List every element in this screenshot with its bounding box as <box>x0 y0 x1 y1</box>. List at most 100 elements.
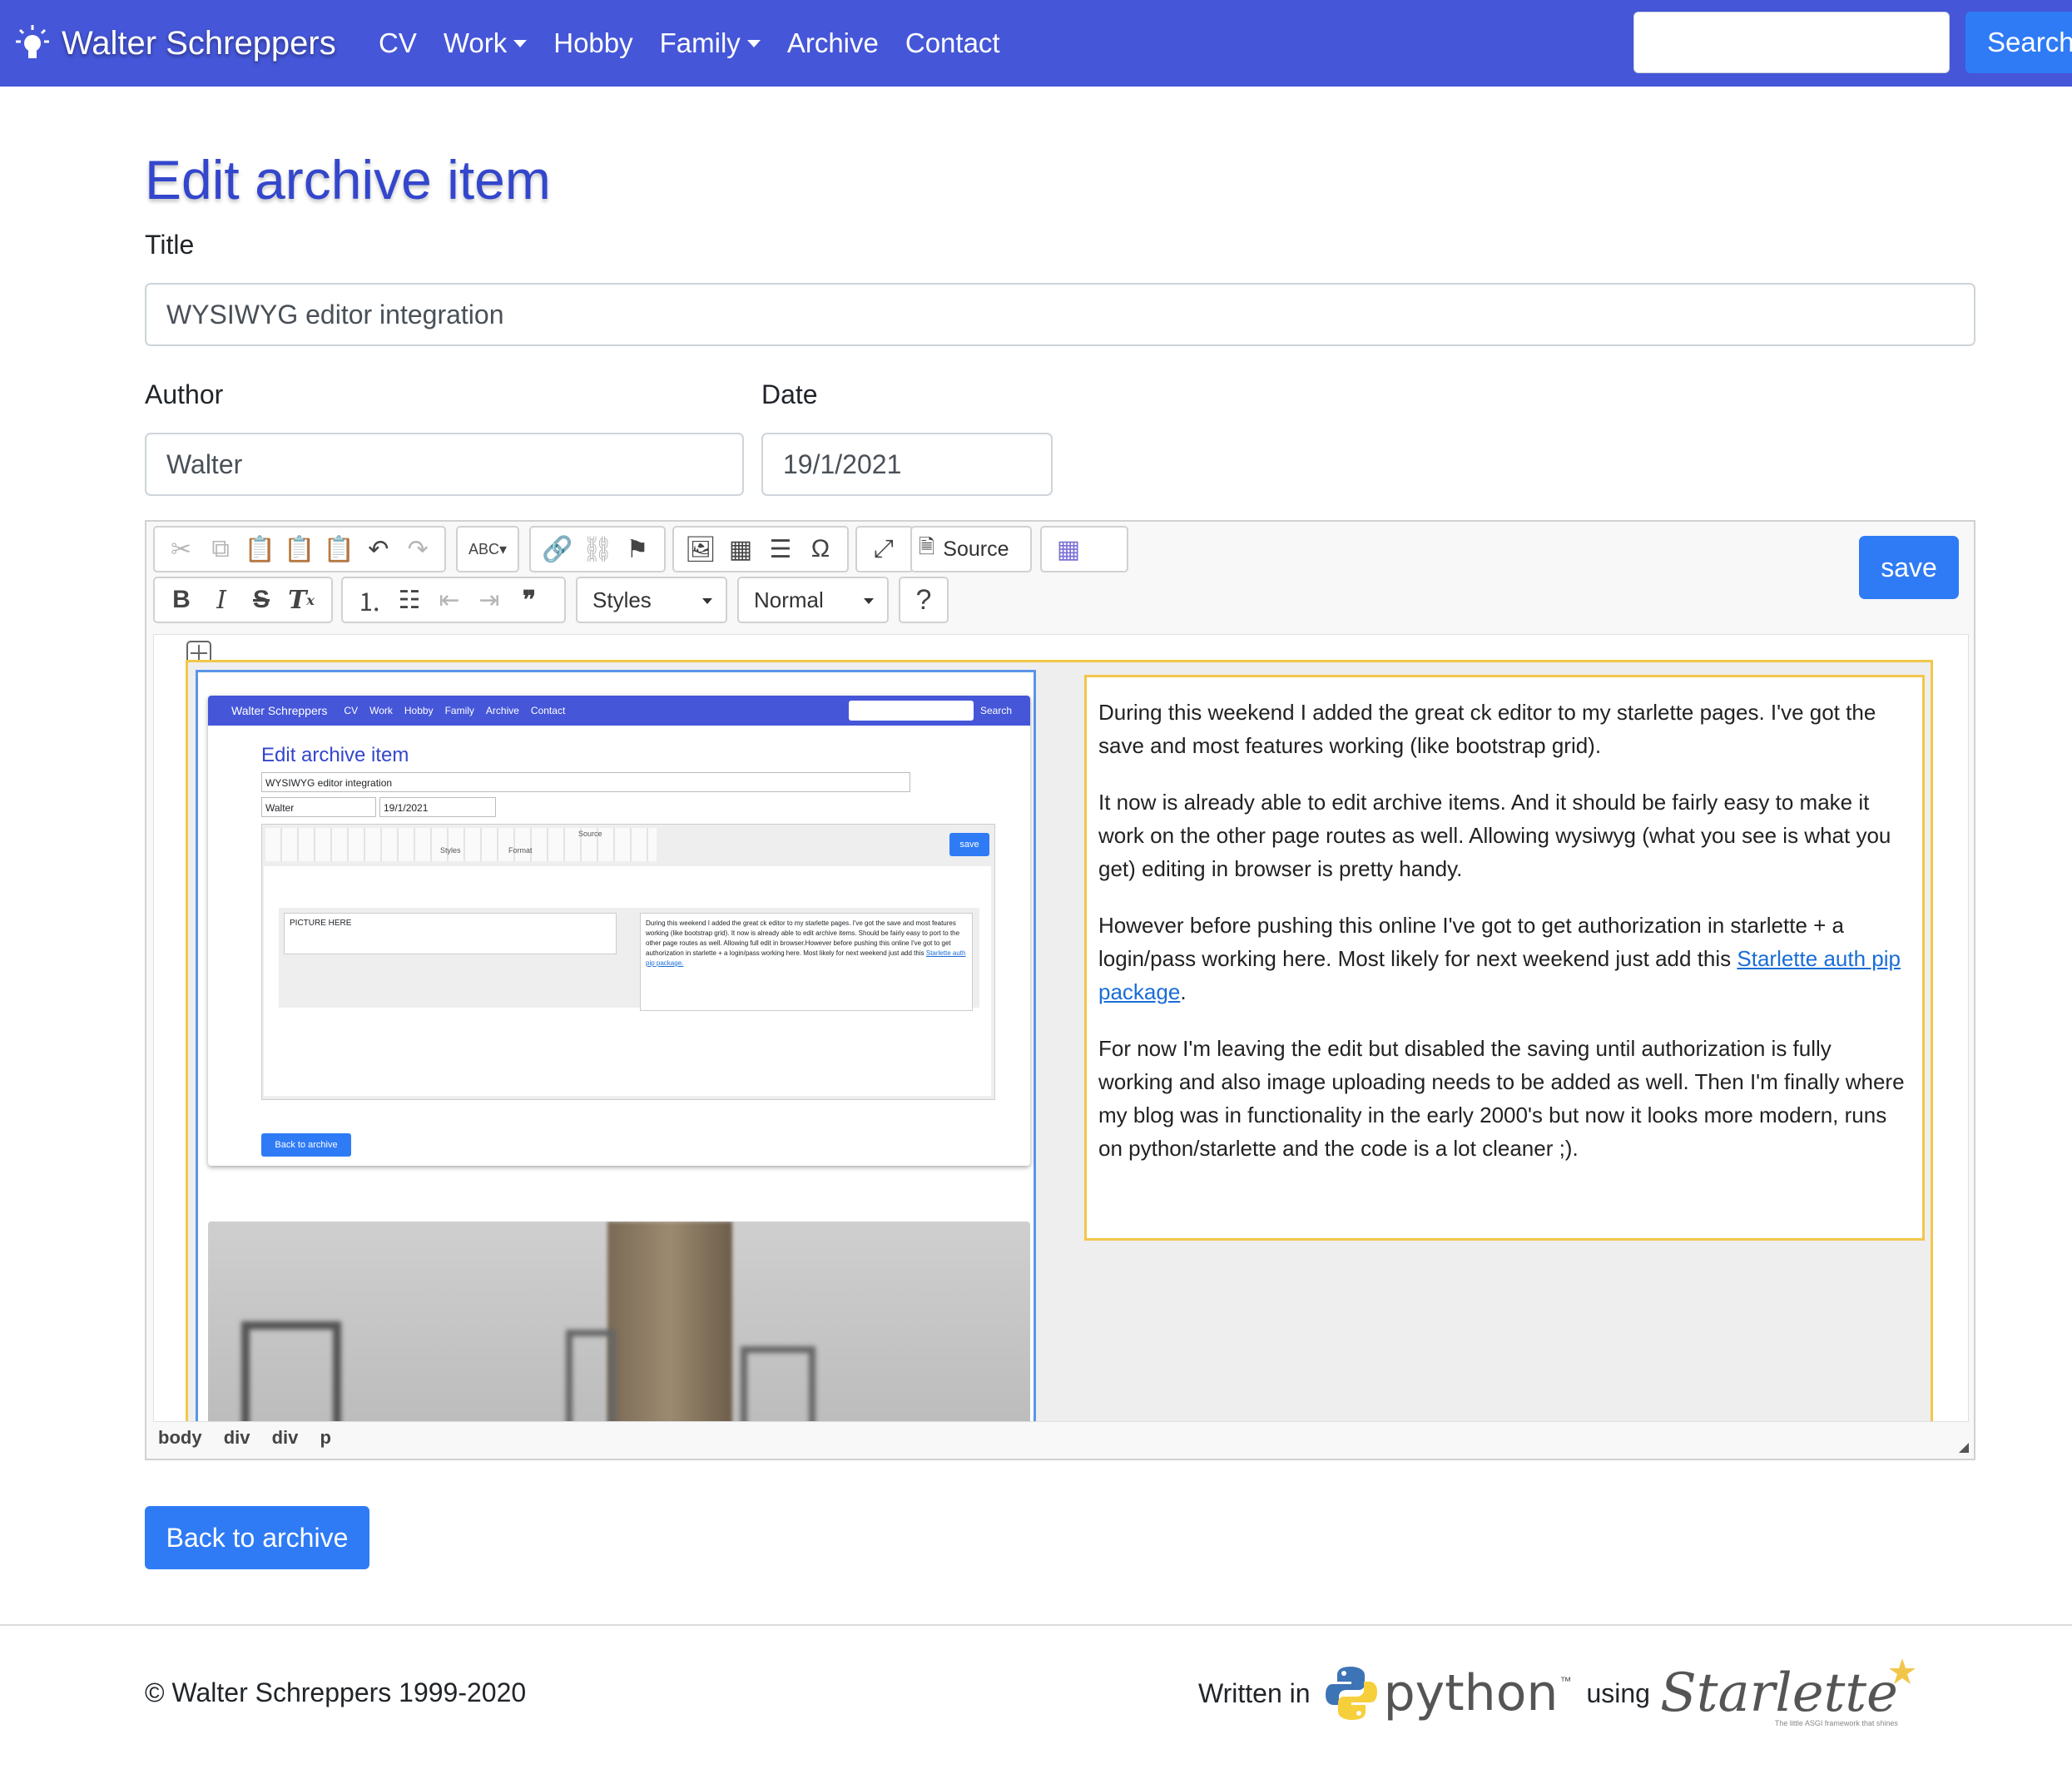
bullet-list-icon[interactable]: ☷ <box>389 580 429 620</box>
horizontal-line-icon[interactable]: ☰ <box>761 529 801 569</box>
content-paragraph-1[interactable]: During this weekend I added the great ck… <box>1098 696 1911 762</box>
special-char-icon[interactable]: Ω <box>801 529 840 569</box>
omega-label: Ω <box>810 535 830 562</box>
nav-archive-label: Archive <box>786 27 879 58</box>
paste-text-icon[interactable]: 📋 <box>280 529 319 569</box>
spellcheck-icon[interactable]: ABC ▾ <box>464 529 511 569</box>
nav-hobby[interactable]: Hobby <box>553 27 632 59</box>
search-input[interactable] <box>1633 12 1950 73</box>
content-paragraph-3-before: However before pushing this online I've … <box>1098 913 1845 971</box>
content-paragraph-3[interactable]: However before pushing this online I've … <box>1098 909 1911 1008</box>
styles-dropdown-label: Styles <box>592 587 652 612</box>
element-path-bar: body div div p <box>158 1427 348 1449</box>
format-dropdown-label: Normal <box>754 587 824 612</box>
numbered-list-icon[interactable]: ⒈ <box>349 580 389 620</box>
link-icon[interactable]: 🔗 <box>538 529 577 569</box>
content-paragraph-3-after: . <box>1180 979 1187 1004</box>
nav-work[interactable]: Work <box>443 27 528 59</box>
save-button[interactable]: save <box>1859 536 1959 599</box>
title-input[interactable]: WYSIWYG editor integration <box>145 283 1975 346</box>
starlette-wordmark: Starlette <box>1659 1662 1898 1724</box>
mini-text-column: During this weekend I added the great ck… <box>640 913 973 1011</box>
search-button[interactable]: Search <box>1965 12 2072 73</box>
brand-link[interactable]: Walter Schreppers <box>15 17 336 70</box>
image-icon[interactable]: 🖼 <box>681 529 721 569</box>
starlette-logo: Starlette The little ASGI framework that… <box>1650 1658 1916 1727</box>
mini-title-input: WYSIWYG editor integration <box>261 772 910 792</box>
nav-cv[interactable]: CV <box>379 27 417 59</box>
author-input[interactable]: Walter <box>145 433 744 496</box>
back-to-archive-button[interactable]: Back to archive <box>145 1506 369 1569</box>
format-dropdown[interactable]: Normal <box>737 577 889 623</box>
nav-links: CV Work Hobby Family Archive Contact <box>379 0 1027 87</box>
resize-handle-icon[interactable] <box>1959 1443 1969 1453</box>
navbar: Walter Schreppers CV Work Hobby Family A… <box>0 0 2072 87</box>
styles-dropdown[interactable]: Styles <box>576 577 727 623</box>
paste-icon[interactable]: 📋 <box>240 529 280 569</box>
path-item[interactable]: div <box>272 1427 299 1448</box>
toolbar-spell-group: ABC ▾ <box>456 526 519 572</box>
photo-window-right <box>741 1346 815 1421</box>
caret-down-icon <box>746 39 761 47</box>
toolbar-basicstyles-group: B I S Tx <box>153 577 333 623</box>
content-paragraph-2[interactable]: It now is already able to edit archive i… <box>1098 785 1911 885</box>
mini-title: Edit archive item <box>261 744 409 766</box>
footer-divider <box>0 1624 2072 1626</box>
cut-icon[interactable]: ✂ <box>161 529 201 569</box>
bold-icon[interactable]: B <box>161 580 201 620</box>
written-in-text: Written in <box>1198 1677 1311 1708</box>
nav-family[interactable]: Family <box>660 27 761 59</box>
bold-label: B <box>172 586 191 613</box>
path-item[interactable]: div <box>224 1427 250 1448</box>
outdent-icon[interactable]: ⇤ <box>429 580 469 620</box>
mini-back-button: Back to archive <box>261 1133 351 1157</box>
copy-icon[interactable]: ⧉ <box>201 529 240 569</box>
date-input[interactable]: 19/1/2021 <box>761 433 1053 496</box>
mini-nav-contact: Contact <box>530 705 566 716</box>
author-input-value: Walter <box>166 448 243 479</box>
nav-family-label: Family <box>659 27 741 58</box>
help-icon[interactable]: ? <box>907 580 940 620</box>
quote-label: ❞ <box>522 586 537 614</box>
python-logo-icon <box>1325 1667 1377 1720</box>
mini-body: PICTURE HERE During this weekend I added… <box>264 866 991 1096</box>
path-item[interactable]: p <box>320 1427 331 1448</box>
table-icon[interactable]: ▦ <box>721 529 761 569</box>
using-text: using <box>1586 1677 1650 1708</box>
mini-format: Format <box>508 846 533 855</box>
content-paragraph-4[interactable]: For now I'm leaving the edit but disable… <box>1098 1032 1911 1165</box>
path-item[interactable]: body <box>158 1427 202 1448</box>
blockquote-icon[interactable]: ❞ <box>509 580 549 620</box>
paste-word-icon[interactable]: 📋 <box>320 529 359 569</box>
strikethrough-icon[interactable]: S <box>241 580 281 620</box>
nav-archive[interactable]: Archive <box>787 27 879 59</box>
mini-picture-placeholder: PICTURE HERE <box>284 913 617 954</box>
mini-save-button: save <box>949 833 989 856</box>
nav-hobby-label: Hobby <box>553 27 633 58</box>
bootstrap-grid-icon[interactable]: ▦ <box>1048 529 1088 569</box>
python-wordmark: python <box>1383 1664 1559 1722</box>
remove-format-icon[interactable]: Tx <box>281 580 321 620</box>
remove-format-label: T <box>288 585 307 615</box>
source-button[interactable]: 🗎 Source <box>919 533 1009 567</box>
undo-icon[interactable]: ↶ <box>359 529 398 569</box>
unlink-icon[interactable]: ⛓ <box>577 529 617 569</box>
mini-date-input: 19/1/2021 <box>379 797 496 817</box>
star-icon <box>1888 1658 1916 1684</box>
redo-icon[interactable]: ↷ <box>399 529 438 569</box>
nav-contact-label: Contact <box>905 27 1000 58</box>
italic-icon[interactable]: I <box>201 580 241 620</box>
indent-icon[interactable]: ⇥ <box>469 580 509 620</box>
nav-work-label: Work <box>443 27 508 58</box>
anchor-flag-icon[interactable]: ⚑ <box>617 529 657 569</box>
editor-content-area[interactable]: Walter Schreppers CV Work Hobby Family A… <box>153 634 1969 1422</box>
maximize-icon[interactable]: ⤢ <box>864 529 904 569</box>
mini-source: Source <box>578 830 602 838</box>
grid-column-left[interactable]: Walter Schreppers CV Work Hobby Family A… <box>196 670 1036 1421</box>
photo-window-left <box>241 1321 341 1421</box>
lightbulb-icon <box>16 25 49 58</box>
title-label: Title <box>145 230 195 260</box>
nav-contact[interactable]: Contact <box>905 27 1000 59</box>
brand-text: Walter Schreppers <box>62 24 336 62</box>
grid-column-right[interactable]: During this weekend I added the great ck… <box>1084 675 1925 1241</box>
